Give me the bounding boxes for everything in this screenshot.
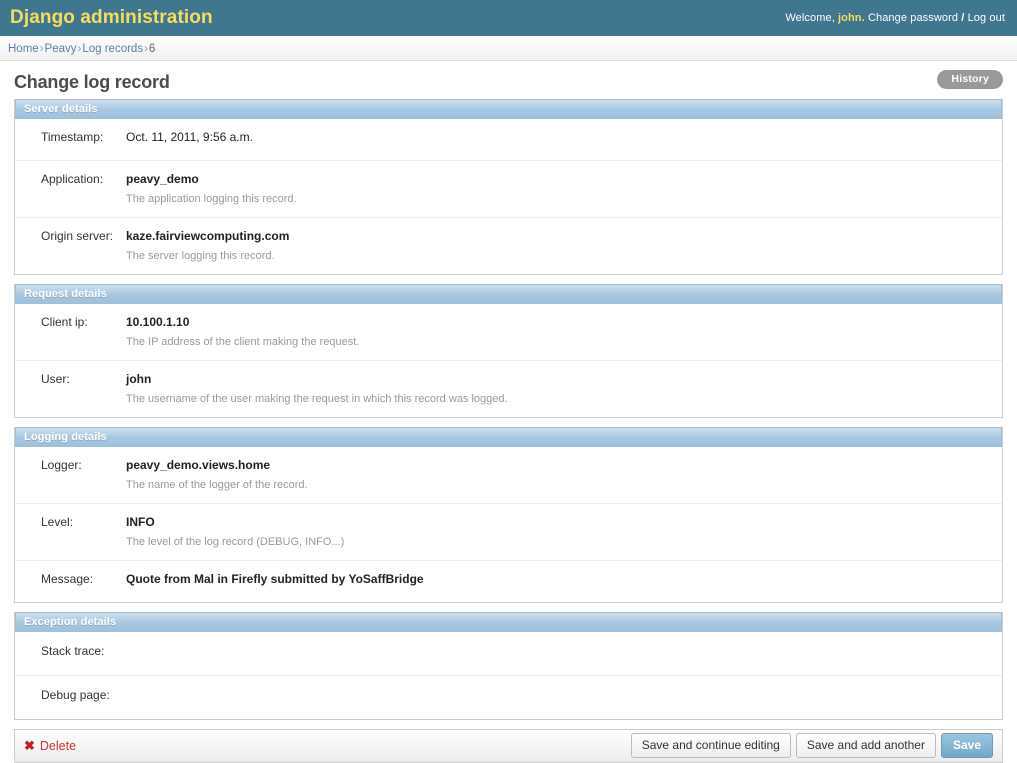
field-value bbox=[126, 687, 1002, 693]
form-row-application: Application: peavy_demo The application … bbox=[15, 161, 1002, 218]
fieldset-exception-details: Exception details Stack trace: Debug pag… bbox=[14, 612, 1003, 720]
field-value: Quote from Mal in Firefly submitted by Y… bbox=[126, 572, 424, 586]
user-tools-separator: / bbox=[961, 12, 965, 24]
field-value-wrap: Quote from Mal in Firefly submitted by Y… bbox=[121, 571, 1002, 587]
field-value-wrap: peavy_demo.views.home The name of the lo… bbox=[121, 457, 1002, 492]
breadcrumb-item-current: 6 bbox=[148, 43, 156, 55]
branding: Django administration bbox=[10, 8, 213, 28]
welcome-text: Welcome, bbox=[785, 12, 835, 24]
field-help-text: The IP address of the client making the … bbox=[126, 336, 360, 348]
field-help-text: The server logging this record. bbox=[126, 250, 275, 262]
fieldset-server-details: Server details Timestamp: Oct. 11, 2011,… bbox=[14, 99, 1003, 275]
field-help-text: The application logging this record. bbox=[126, 193, 297, 205]
fieldset-legend: Server details bbox=[15, 99, 1002, 119]
form-row-timestamp: Timestamp: Oct. 11, 2011, 9:56 a.m. bbox=[15, 119, 1002, 161]
page-title: Change log record bbox=[14, 72, 170, 92]
breadcrumb-item-home[interactable]: Home bbox=[8, 43, 39, 55]
field-value: 10.100.1.10 bbox=[126, 315, 190, 329]
delete-link-box: ✖ Delete bbox=[24, 739, 76, 753]
save-button[interactable]: Save bbox=[940, 733, 993, 758]
fieldset-request-details: Request details Client ip: 10.100.1.10 T… bbox=[14, 284, 1003, 418]
field-help-text: The name of the logger of the record. bbox=[126, 479, 308, 491]
site-title: Django administration bbox=[10, 7, 213, 28]
delete-button[interactable]: ✖ Delete bbox=[24, 739, 76, 753]
form-row-user: User: john The username of the user maki… bbox=[15, 361, 1002, 417]
field-value-wrap: peavy_demo The application logging this … bbox=[121, 171, 1002, 206]
field-label: Client ip: bbox=[41, 315, 88, 329]
title-row: Change log record History bbox=[14, 61, 1003, 99]
breadcrumb-item-log-records[interactable]: Log records bbox=[82, 43, 143, 55]
field-value-wrap bbox=[121, 643, 1002, 649]
field-help-text: The username of the user making the requ… bbox=[126, 393, 508, 405]
fieldset-legend: Exception details bbox=[15, 612, 1002, 632]
field-label: Timestamp: bbox=[41, 130, 104, 144]
site-header: Django administration Welcome, john. Cha… bbox=[0, 0, 1017, 36]
field-help-text: The level of the log record (DEBUG, INFO… bbox=[126, 536, 345, 548]
logout-link[interactable]: Log out bbox=[968, 12, 1005, 24]
field-value bbox=[126, 643, 1002, 649]
field-value-wrap: 10.100.1.10 The IP address of the client… bbox=[121, 314, 1002, 349]
field-value: Oct. 11, 2011, 9:56 a.m. bbox=[126, 130, 253, 144]
breadcrumb: Home›Peavy›Log records›6 bbox=[0, 36, 1017, 61]
history-button[interactable]: History bbox=[937, 70, 1003, 89]
field-value: john bbox=[126, 372, 152, 386]
field-label: User: bbox=[41, 372, 70, 386]
form-row-stack-trace: Stack trace: bbox=[15, 632, 1002, 676]
field-value-wrap: Oct. 11, 2011, 9:56 a.m. bbox=[121, 129, 1002, 145]
submit-row: ✖ Delete Save and continue editing Save … bbox=[14, 729, 1003, 763]
save-and-continue-button[interactable]: Save and continue editing bbox=[630, 733, 791, 758]
form-row-client-ip: Client ip: 10.100.1.10 The IP address of… bbox=[15, 304, 1002, 361]
save-and-add-another-button[interactable]: Save and add another bbox=[795, 733, 936, 758]
current-username: john. bbox=[838, 12, 865, 24]
form-row-debug-page: Debug page: bbox=[15, 676, 1002, 719]
cross-icon: ✖ bbox=[24, 737, 35, 753]
field-label: Logger: bbox=[41, 458, 82, 472]
save-button-group: Save and continue editing Save and add a… bbox=[630, 733, 993, 758]
user-tools: Welcome, john. Change password / Log out bbox=[785, 12, 1005, 24]
field-value-wrap: INFO The level of the log record (DEBUG,… bbox=[121, 514, 1002, 549]
field-value-wrap: john The username of the user making the… bbox=[121, 371, 1002, 406]
fieldset-legend: Logging details bbox=[15, 427, 1002, 447]
field-value: peavy_demo.views.home bbox=[126, 458, 271, 472]
form-row-message: Message: Quote from Mal in Firefly submi… bbox=[15, 561, 1002, 602]
form-row-level: Level: INFO The level of the log record … bbox=[15, 504, 1002, 561]
field-label: Origin server: bbox=[41, 229, 114, 243]
field-label: Level: bbox=[41, 515, 74, 529]
fieldset-logging-details: Logging details Logger: peavy_demo.views… bbox=[14, 427, 1003, 603]
form-row-origin-server: Origin server: kaze.fairviewcomputing.co… bbox=[15, 218, 1002, 274]
object-tools: History bbox=[937, 70, 1003, 89]
field-value: INFO bbox=[126, 515, 155, 529]
field-value: peavy_demo bbox=[126, 172, 199, 186]
form-row-logger: Logger: peavy_demo.views.home The name o… bbox=[15, 447, 1002, 504]
field-value: kaze.fairviewcomputing.com bbox=[126, 229, 290, 243]
main-content: Change log record History Server details… bbox=[0, 61, 1017, 763]
field-label: Application: bbox=[41, 172, 104, 186]
field-label: Debug page: bbox=[41, 688, 110, 702]
field-value-wrap bbox=[121, 687, 1002, 693]
field-label: Message: bbox=[41, 572, 94, 586]
field-label: Stack trace: bbox=[41, 644, 105, 658]
change-password-link[interactable]: Change password bbox=[868, 12, 958, 24]
field-value-wrap: kaze.fairviewcomputing.com The server lo… bbox=[121, 228, 1002, 263]
delete-label: Delete bbox=[39, 738, 77, 753]
breadcrumb-item-peavy[interactable]: Peavy bbox=[45, 43, 77, 55]
fieldset-legend: Request details bbox=[15, 284, 1002, 304]
